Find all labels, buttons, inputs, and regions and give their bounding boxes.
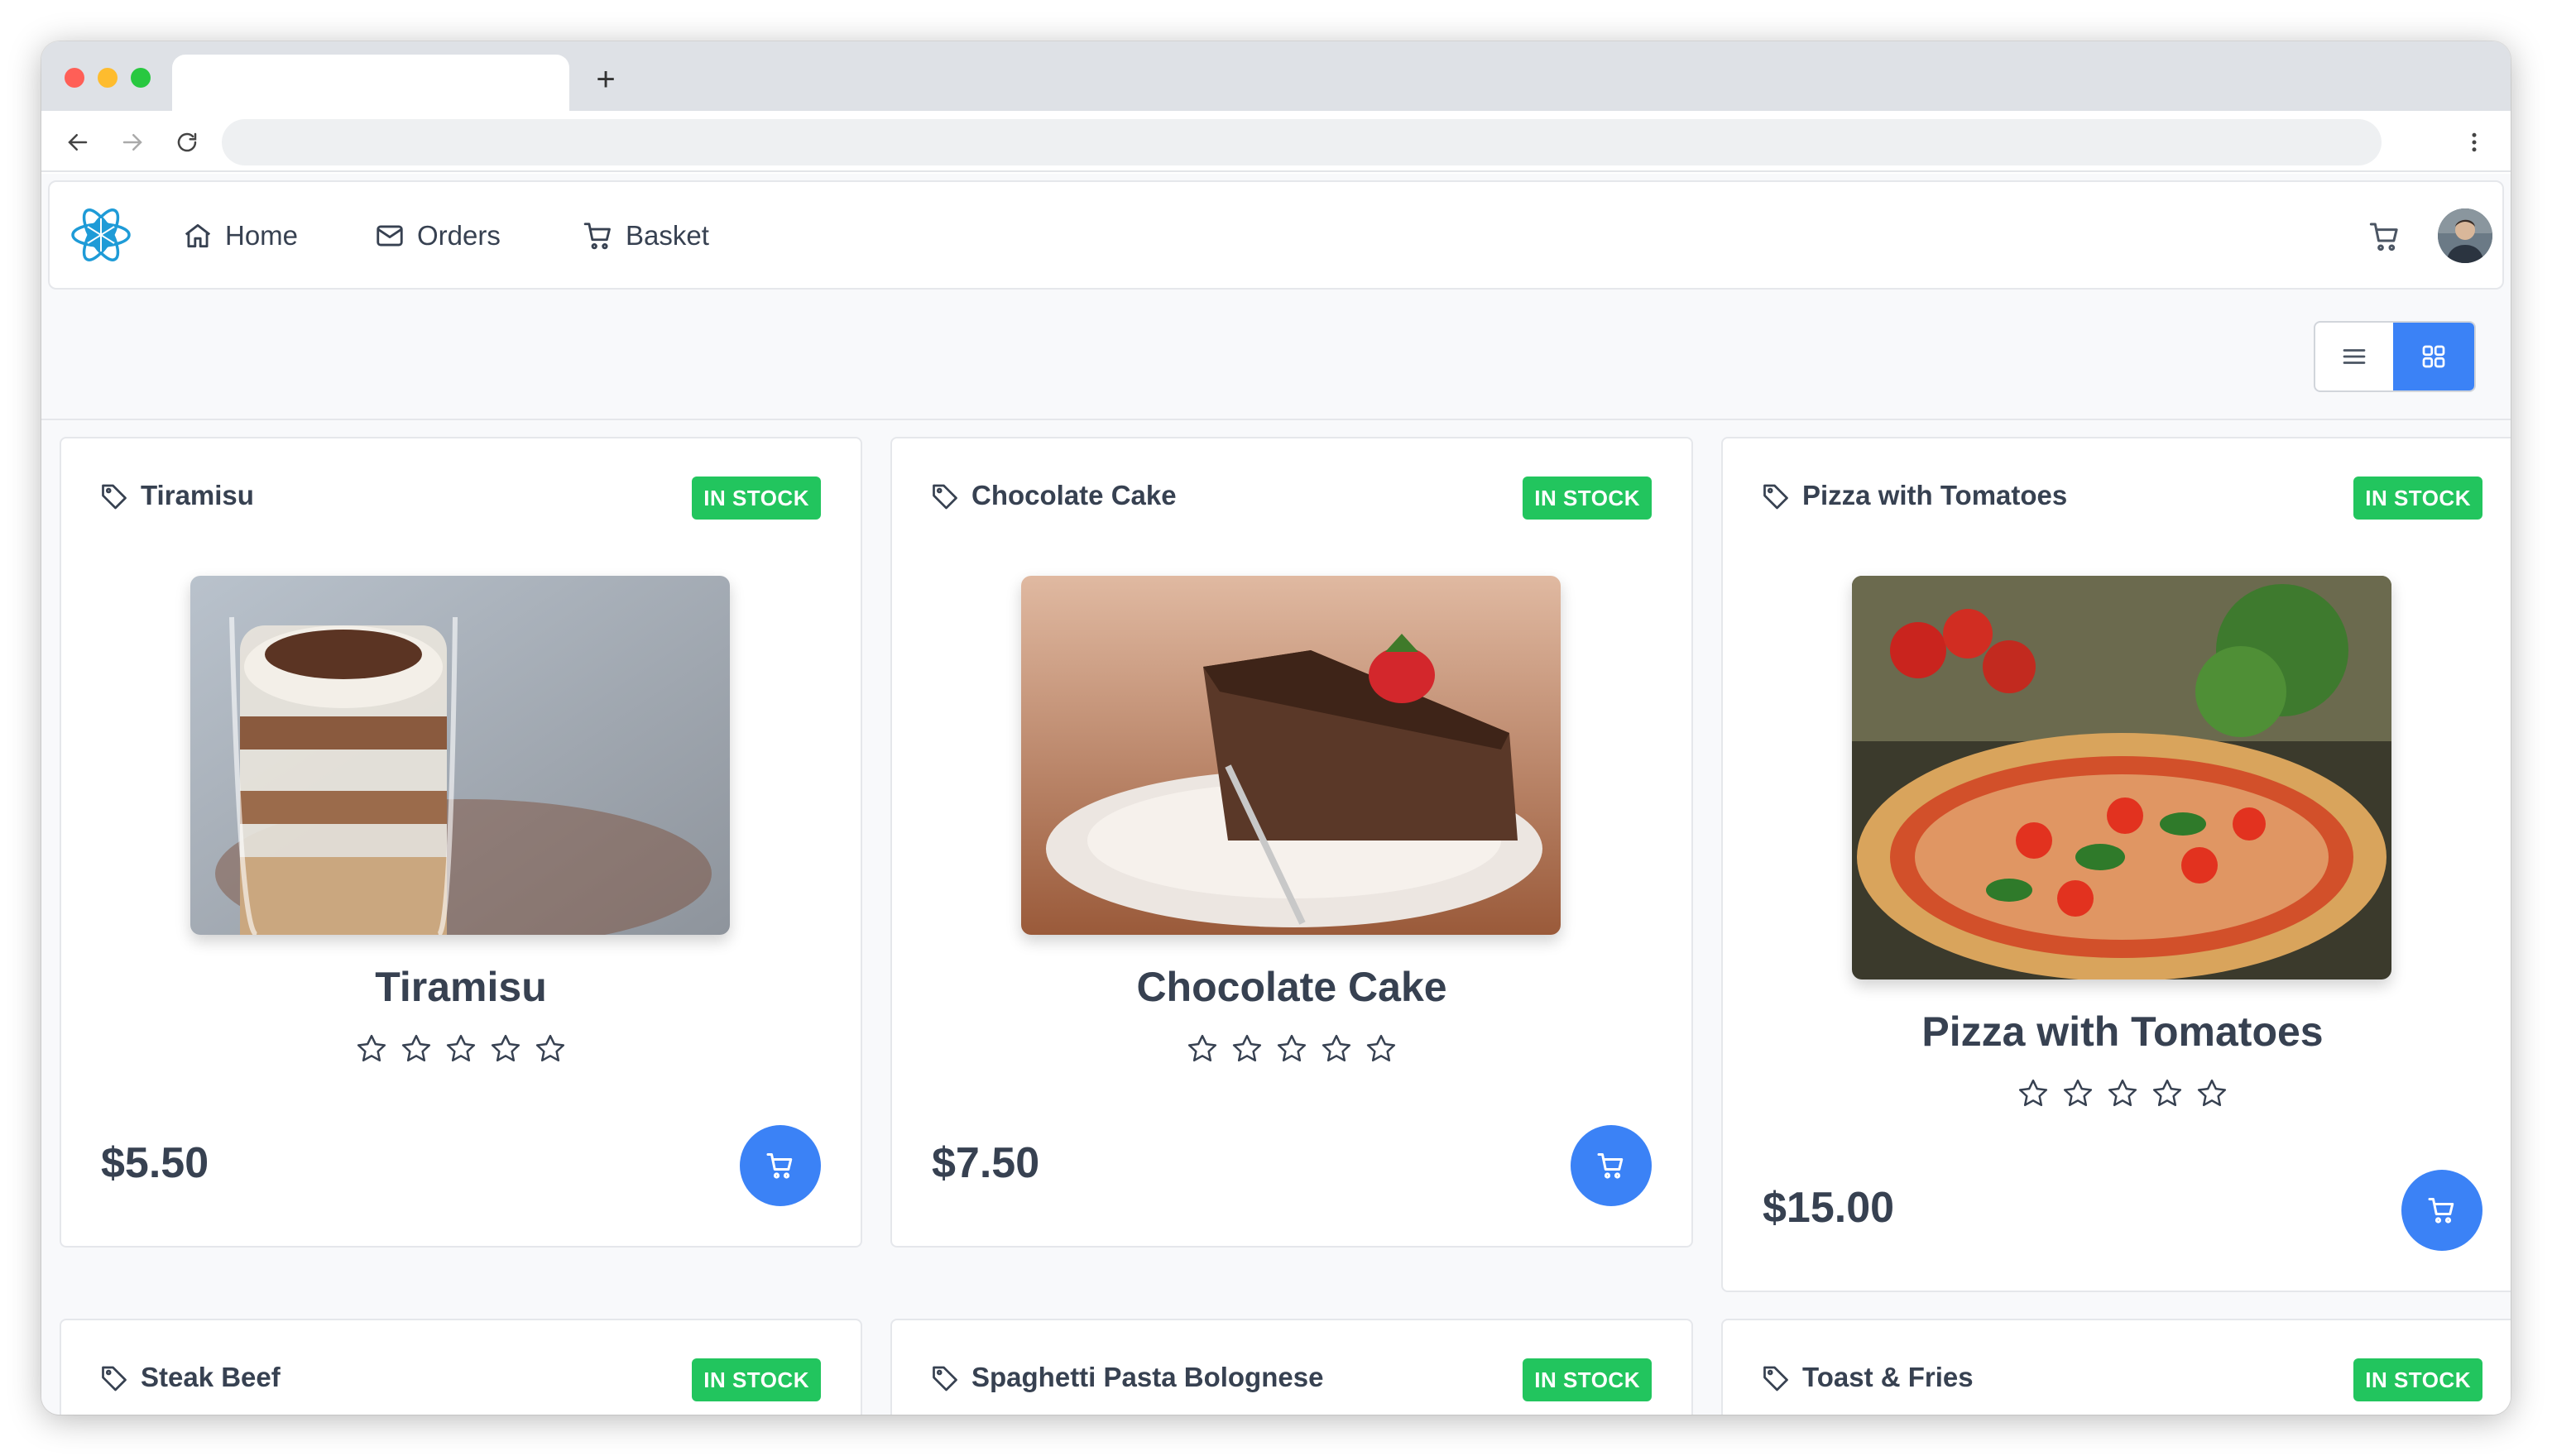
star-icon[interactable]: [1186, 1032, 1219, 1066]
view-options-bar: [41, 296, 2511, 420]
stock-badge: IN STOCK: [692, 1358, 821, 1401]
nav-orders[interactable]: Orders: [374, 215, 501, 256]
more-vertical-icon[interactable]: [2458, 126, 2491, 159]
stock-badge: IN STOCK: [2353, 477, 2482, 520]
product-card: Toast & Fries IN STOCK: [1721, 1319, 2511, 1415]
card-category: Chocolate Cake: [930, 480, 1177, 511]
list-view-button[interactable]: [2315, 323, 2393, 390]
cart-icon: [1597, 1153, 1624, 1179]
add-to-cart-button[interactable]: [2401, 1170, 2482, 1251]
minimize-window-button[interactable]: [98, 68, 118, 88]
star-icon[interactable]: [2151, 1077, 2184, 1110]
rating-stars[interactable]: [892, 1032, 1691, 1066]
envelope-icon: [377, 225, 403, 247]
product-price: $7.50: [932, 1139, 1040, 1187]
star-icon[interactable]: [1275, 1032, 1308, 1066]
card-category: Tiramisu: [99, 480, 254, 511]
nav-basket-label: Basket: [626, 220, 709, 251]
grid-view-button[interactable]: [2393, 323, 2474, 390]
star-icon[interactable]: [355, 1032, 388, 1066]
star-icon[interactable]: [2106, 1077, 2139, 1110]
reload-icon[interactable]: [170, 126, 204, 159]
close-window-button[interactable]: [65, 68, 84, 88]
stock-badge: IN STOCK: [692, 477, 821, 520]
product-card: Tiramisu IN STOCK Tiramisu $5.50: [60, 437, 862, 1248]
grid-icon: [2422, 345, 2445, 368]
nav-basket[interactable]: Basket: [583, 215, 709, 256]
tag-icon: [1763, 484, 1788, 510]
star-icon[interactable]: [400, 1032, 433, 1066]
avatar[interactable]: [2438, 208, 2492, 263]
browser-window: + Home Orders Basket Tiramisu IN STOCK T…: [41, 41, 2511, 1415]
active-tab[interactable]: [172, 55, 569, 111]
rating-stars[interactable]: [61, 1032, 861, 1066]
nav-orders-label: Orders: [417, 220, 501, 251]
product-price: $5.50: [101, 1139, 209, 1187]
product-name: Pizza with Tomatoes: [1921, 1008, 2324, 1055]
app-content: Home Orders Basket Tiramisu IN STOCK Tir…: [41, 174, 2511, 1415]
list-icon: [2343, 349, 2366, 364]
cart-icon: [2428, 1198, 2454, 1224]
cart-icon: [766, 1153, 793, 1179]
star-icon[interactable]: [2017, 1077, 2050, 1110]
product-image[interactable]: [190, 576, 730, 935]
star-icon[interactable]: [2061, 1077, 2094, 1110]
forward-arrow-icon[interactable]: [116, 126, 149, 159]
tag-icon: [1763, 1366, 1788, 1391]
tab-strip: +: [41, 41, 2511, 111]
rating-stars[interactable]: [1723, 1077, 2511, 1110]
card-category-label: Chocolate Cake: [971, 480, 1177, 510]
card-category-label: Spaghetti Pasta Bolognese: [971, 1362, 1324, 1392]
cart-icon: [583, 223, 611, 250]
maximize-window-button[interactable]: [131, 68, 151, 88]
header-cart-icon[interactable]: [2368, 220, 2401, 253]
star-icon[interactable]: [444, 1032, 477, 1066]
logo-icon[interactable]: [68, 202, 134, 268]
top-navbar: Home Orders Basket: [48, 180, 2504, 290]
add-to-cart-button[interactable]: [740, 1125, 821, 1206]
tag-icon: [102, 1366, 127, 1391]
card-category: Pizza with Tomatoes: [1761, 480, 2067, 511]
card-category-label: Toast & Fries: [1802, 1362, 1974, 1392]
card-category-label: Tiramisu: [141, 480, 254, 510]
tag-icon: [933, 1366, 957, 1391]
add-to-cart-button[interactable]: [1571, 1125, 1652, 1206]
product-name: Tiramisu: [375, 964, 547, 1010]
star-icon[interactable]: [534, 1032, 567, 1066]
card-category-label: Steak Beef: [141, 1362, 281, 1392]
star-icon[interactable]: [1365, 1032, 1398, 1066]
address-bar[interactable]: [222, 119, 2382, 165]
product-card: Chocolate Cake IN STOCK Chocolate Cake $…: [890, 437, 1693, 1248]
nav-home-label: Home: [225, 220, 299, 251]
stock-badge: IN STOCK: [1523, 477, 1652, 520]
back-arrow-icon[interactable]: [61, 126, 94, 159]
new-tab-button[interactable]: +: [589, 63, 622, 96]
nav-home[interactable]: Home: [182, 215, 298, 256]
tag-icon: [102, 484, 127, 510]
card-category: Steak Beef: [99, 1362, 281, 1393]
home-icon: [185, 223, 211, 248]
product-image[interactable]: [1021, 576, 1561, 935]
product-card: Steak Beef IN STOCK: [60, 1319, 862, 1415]
card-category: Spaghetti Pasta Bolognese: [930, 1362, 1323, 1393]
product-card: Pizza with Tomatoes IN STOCK Pizza with …: [1721, 437, 2511, 1292]
star-icon[interactable]: [1230, 1032, 1264, 1066]
star-icon[interactable]: [489, 1032, 522, 1066]
star-icon[interactable]: [2195, 1077, 2228, 1110]
view-toggle: [2314, 321, 2476, 392]
star-icon[interactable]: [1320, 1032, 1353, 1066]
stock-badge: IN STOCK: [1523, 1358, 1652, 1401]
product-name: Chocolate Cake: [1136, 964, 1447, 1010]
product-price: $15.00: [1763, 1184, 1895, 1232]
card-category-label: Pizza with Tomatoes: [1802, 480, 2068, 510]
product-image[interactable]: [1852, 576, 2391, 979]
product-card: Spaghetti Pasta Bolognese IN STOCK: [890, 1319, 1693, 1415]
tag-icon: [933, 484, 957, 510]
browser-toolbar: [41, 111, 2511, 172]
card-category: Toast & Fries: [1761, 1362, 1974, 1393]
stock-badge: IN STOCK: [2353, 1358, 2482, 1401]
